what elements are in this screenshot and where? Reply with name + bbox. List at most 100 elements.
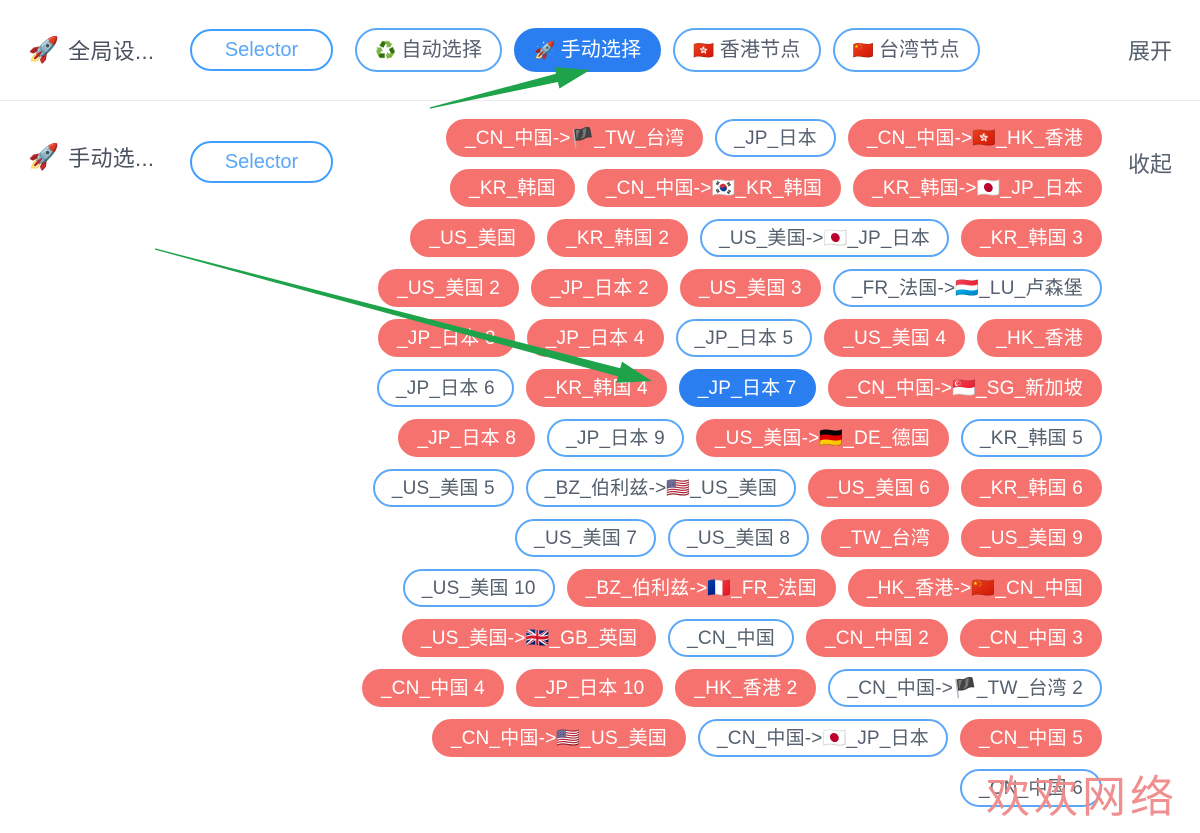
chip-list-global: ♻️ 自动选择 🚀 手动选择 🇭🇰 香港节点 🇨🇳 台湾节点 — [355, 28, 1102, 72]
proxy-chip[interactable]: _HK_香港 — [977, 319, 1102, 357]
chip-label: _JP_日本 7 — [697, 377, 797, 399]
chip-flag-icon: 🇨🇳 — [852, 40, 874, 60]
chip-label: _CN_中国->🇺🇸_US_美国 — [450, 727, 667, 749]
group-type-badge-manual[interactable]: Selector — [190, 141, 333, 183]
proxy-chip[interactable]: _BZ_伯利兹->🇫🇷_FR_法国 — [566, 569, 836, 607]
proxy-chip[interactable]: _KR_韩国 6 — [961, 469, 1102, 507]
proxy-chip[interactable]: ♻️ 自动选择 — [355, 28, 503, 72]
proxy-chip[interactable]: _JP_日本 7 — [678, 369, 816, 407]
chip-label: _CN_中国 4 — [380, 677, 485, 699]
proxy-chip[interactable]: _US_美国 3 — [679, 269, 821, 307]
chip-label: 香港节点 — [719, 39, 801, 61]
proxy-chip[interactable]: _CN_中国 3 — [959, 619, 1102, 657]
proxy-chip[interactable]: _JP_日本 3 — [377, 319, 515, 357]
proxy-chip[interactable]: _CN_中国->🏴_TW_台湾 — [445, 119, 704, 157]
chip-flag-icon: 🇭🇰 — [693, 40, 715, 60]
chip-label: _CN_中国 — [687, 627, 775, 649]
proxy-chip[interactable]: _CN_中国 5 — [959, 719, 1102, 757]
chip-label: _JP_日本 9 — [566, 427, 665, 449]
chip-label: _US_美国 4 — [843, 327, 947, 349]
chip-label: _JP_日本 — [734, 127, 817, 149]
proxy-chip[interactable]: _CN_中国->🇯🇵_JP_日本 — [698, 719, 948, 757]
proxy-chip[interactable]: _JP_日本 5 — [675, 319, 813, 357]
proxy-chip[interactable]: _US_美国 9 — [961, 519, 1102, 557]
proxy-chip[interactable]: _US_美国 4 — [824, 319, 966, 357]
chip-label: _KR_韩国->🇯🇵_JP_日本 — [872, 177, 1083, 199]
proxy-chip[interactable]: _JP_日本 — [715, 119, 836, 157]
chip-label: _CN_中国->🇰🇷_KR_韩国 — [605, 177, 823, 199]
proxy-chip[interactable]: _CN_中国 4 — [361, 669, 504, 707]
proxy-chip[interactable]: _CN_中国->🇰🇷_KR_韩国 — [586, 169, 842, 207]
chip-label: _JP_日本 3 — [396, 327, 496, 349]
group-chips-global: ♻️ 自动选择 🚀 手动选择 🇭🇰 香港节点 🇨🇳 台湾节点 — [333, 28, 1114, 72]
proxy-chip[interactable]: _CN_中国->🇭🇰_HK_香港 — [847, 119, 1102, 157]
chip-label: 手动选择 — [560, 39, 642, 61]
proxy-chip[interactable]: _KR_韩国 4 — [525, 369, 667, 407]
rocket-icon: 🚀 — [28, 142, 60, 171]
group-chips-manual: _CN_中国->🏴_TW_台湾 _JP_日本 _CN_中国->🇭🇰_HK_香港 _KR… — [333, 119, 1114, 807]
chip-flag-icon: ♻️ — [375, 40, 397, 60]
proxy-chip[interactable]: _TW_台湾 — [821, 519, 950, 557]
chip-label: 自动选择 — [401, 39, 483, 61]
chip-label: _KR_韩国 5 — [980, 427, 1083, 449]
proxy-chip[interactable]: _US_美国 5 — [372, 469, 514, 507]
chip-label: _US_美国->🇯🇵_JP_日本 — [719, 227, 931, 249]
proxy-chip[interactable]: _FR_法国->🇱🇺_LU_卢森堡 — [832, 269, 1102, 307]
chip-label: _US_美国 7 — [534, 527, 638, 549]
chip-label: _CN_中国->🇸🇬_SG_新加坡 — [846, 377, 1083, 399]
proxy-chip[interactable]: _CN_中国 — [668, 619, 794, 657]
proxy-chip[interactable]: _US_美国->🇯🇵_JP_日本 — [700, 219, 950, 257]
proxy-chip[interactable]: _JP_日本 4 — [526, 319, 664, 357]
proxy-chip[interactable]: _US_美国 10 — [402, 569, 555, 607]
proxy-chip[interactable]: _KR_韩国 2 — [547, 219, 689, 257]
chip-label: _KR_韩国 3 — [980, 227, 1083, 249]
proxy-chip[interactable]: _HK_香港 2 — [675, 669, 817, 707]
chip-label: _CN_中国->🏴_TW_台湾 — [464, 127, 685, 149]
chip-label: _FR_法国->🇱🇺_LU_卢森堡 — [851, 277, 1083, 299]
proxy-chip[interactable]: _US_美国->🇬🇧_GB_英国 — [401, 619, 657, 657]
group-type-badge-global[interactable]: Selector — [190, 29, 333, 71]
proxy-chip[interactable]: _CN_中国 2 — [805, 619, 948, 657]
chip-flag-icon: 🚀 — [534, 40, 556, 60]
chip-label: _CN_中国 2 — [824, 627, 929, 649]
chip-label: _BZ_伯利兹->🇺🇸_US_美国 — [544, 477, 778, 499]
proxy-chip[interactable]: _US_美国 8 — [668, 519, 810, 557]
proxy-chip[interactable]: _KR_韩国->🇯🇵_JP_日本 — [853, 169, 1102, 207]
toggle-expand-global[interactable]: 展开 — [1114, 34, 1200, 66]
proxy-chip[interactable]: _US_美国 7 — [515, 519, 657, 557]
proxy-chip[interactable]: _US_美国 2 — [378, 269, 520, 307]
proxy-chip[interactable]: _HK_香港->🇨🇳_CN_中国 — [847, 569, 1102, 607]
proxy-chip[interactable]: _US_美国->🇩🇪_DE_德国 — [695, 419, 950, 457]
chip-label: _CN_中国 3 — [978, 627, 1083, 649]
chip-label: _US_美国 8 — [687, 527, 791, 549]
proxy-chip[interactable]: _KR_韩国 — [450, 169, 575, 207]
proxy-chip[interactable]: _KR_韩国 3 — [961, 219, 1102, 257]
proxy-chip[interactable]: _JP_日本 6 — [377, 369, 514, 407]
chip-label: _US_美国 — [429, 227, 517, 249]
chip-list-manual: _CN_中国->🏴_TW_台湾 _JP_日本 _CN_中国->🇭🇰_HK_香港 _KR… — [355, 119, 1102, 807]
proxy-chip[interactable]: _CN_中国->🇸🇬_SG_新加坡 — [827, 369, 1102, 407]
chip-label: _JP_日本 5 — [694, 327, 794, 349]
proxy-chip[interactable]: _KR_韩国 5 — [961, 419, 1102, 457]
chip-label: _CN_中国 5 — [978, 727, 1083, 749]
proxy-chip[interactable]: 🇨🇳 台湾节点 — [832, 28, 980, 72]
proxy-chip[interactable]: _JP_日本 8 — [398, 419, 536, 457]
proxy-chip[interactable]: _CN_中国->🏴_TW_台湾 2 — [828, 669, 1102, 707]
rocket-icon: 🚀 — [28, 35, 60, 64]
chip-label: _JP_日本 8 — [417, 427, 517, 449]
chip-label: _JP_日本 6 — [396, 377, 495, 399]
proxy-chip[interactable]: _BZ_伯利兹->🇺🇸_US_美国 — [525, 469, 797, 507]
toggle-collapse-manual[interactable]: 收起 — [1114, 119, 1200, 179]
proxy-chip[interactable]: _US_美国 — [410, 219, 536, 257]
chip-label: _JP_日本 10 — [534, 677, 645, 699]
proxy-chip[interactable]: _JP_日本 10 — [515, 669, 664, 707]
proxy-chip[interactable]: _JP_日本 9 — [547, 419, 684, 457]
proxy-chip[interactable]: 🇭🇰 香港节点 — [673, 28, 821, 72]
proxy-chip[interactable]: _JP_日本 2 — [531, 269, 668, 307]
proxy-chip[interactable]: _US_美国 6 — [808, 469, 950, 507]
watermark: 欢欢网络 — [986, 772, 1178, 823]
proxy-chip[interactable]: _CN_中国->🇺🇸_US_美国 — [431, 719, 686, 757]
chip-label: _CN_中国->🏴_TW_台湾 2 — [847, 677, 1083, 699]
chip-label: _US_美国 9 — [980, 527, 1083, 549]
proxy-chip[interactable]: 🚀 手动选择 — [514, 28, 662, 72]
